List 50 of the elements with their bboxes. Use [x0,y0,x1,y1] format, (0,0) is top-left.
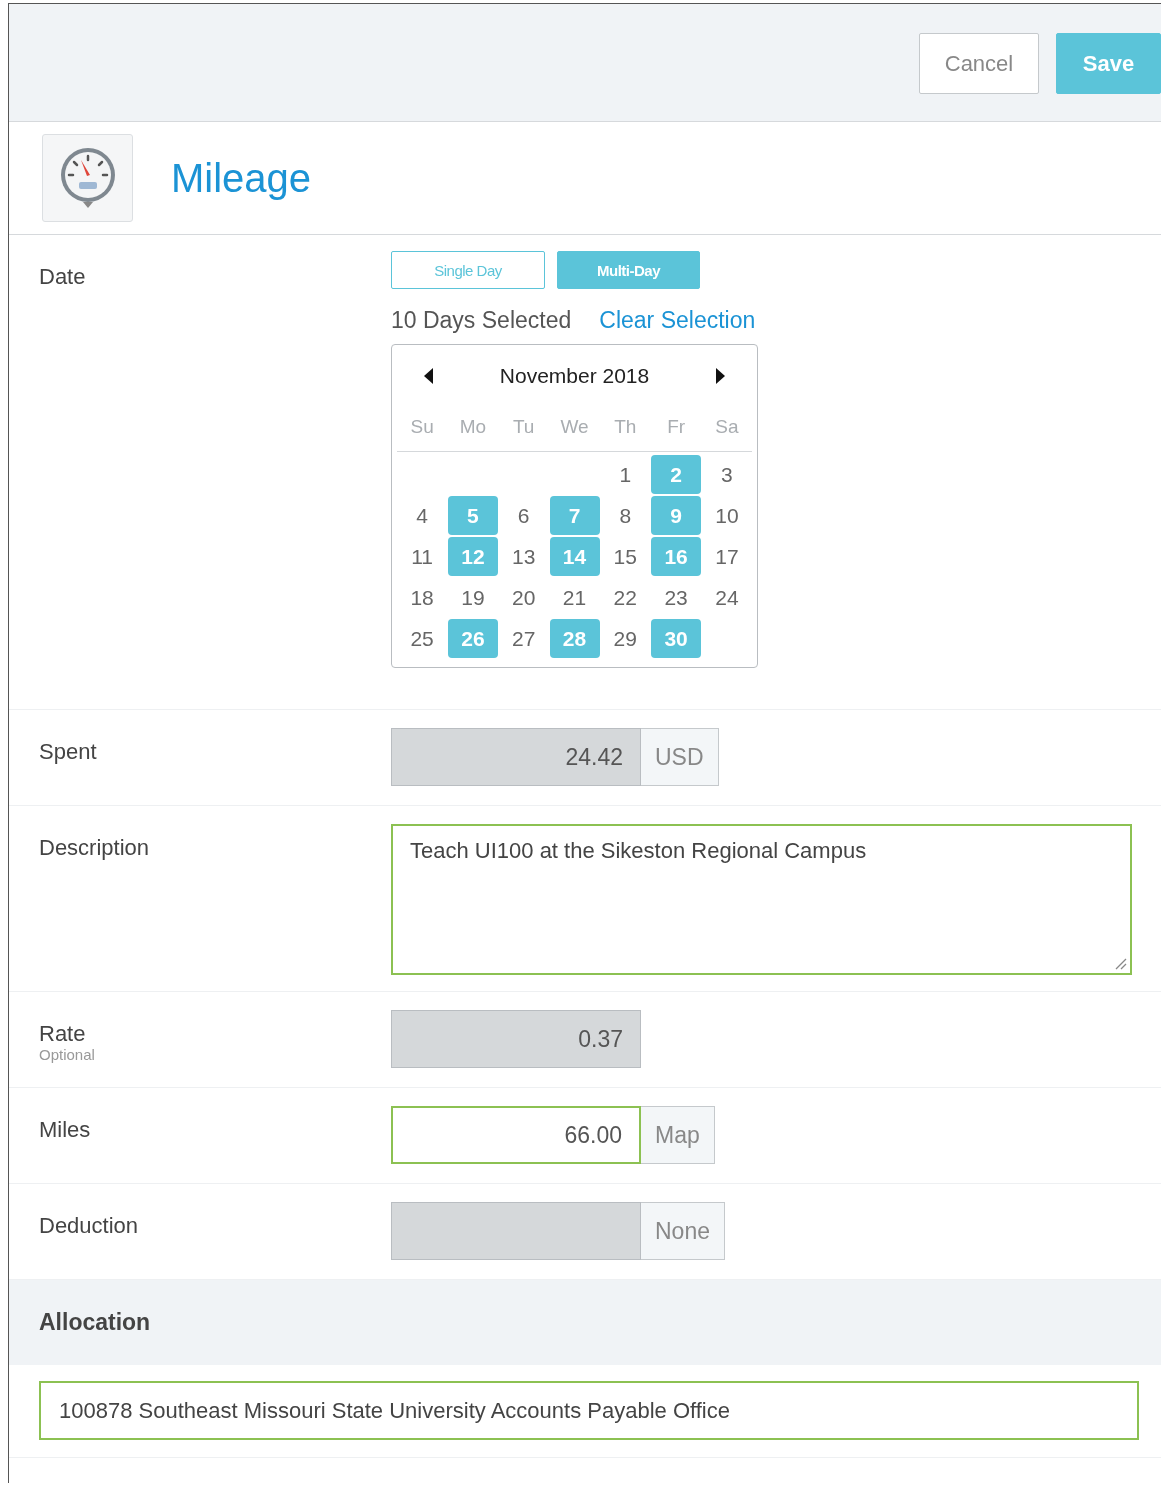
calendar-day[interactable]: 15 [600,537,651,576]
selection-summary: 10 Days Selected [391,307,572,334]
description-field[interactable]: Teach UI100 at the Sikeston Regional Campus [391,824,1132,975]
weekday-label: Tu [498,401,550,452]
calendar-day[interactable]: 25 [397,619,448,658]
input-field[interactable]: 66.00 [391,1106,641,1164]
page-title: Mileage [171,155,312,201]
calendar-day[interactable]: 21 [549,578,600,617]
calendar-day[interactable]: 10 [701,496,752,535]
weekday-label: Su [396,401,448,452]
calendar-day[interactable]: 22 [600,578,651,617]
addon-label[interactable]: Map [641,1106,715,1164]
speedometer-icon [58,146,117,210]
addon-label: None [641,1202,725,1260]
calendar-day[interactable]: 11 [397,537,448,576]
allocation-field[interactable]: 100878 Southeast Missouri State University Accounts Payable Office [39,1381,1139,1440]
calendar-day[interactable]: 19 [447,578,498,617]
calendar-day[interactable]: 20 [498,578,549,617]
calendar-day[interactable]: 6 [498,496,549,535]
addon-label: USD [641,728,719,786]
weekday-label: Sa [701,401,753,452]
next-month-icon[interactable] [716,368,725,384]
resize-grip-icon[interactable] [1113,956,1127,970]
field-label: Miles [39,1117,92,1143]
field-label: Description [39,835,151,861]
optional-hint: Optional [39,1046,96,1063]
section-heading: Allocation [9,1280,1161,1365]
calendar-day[interactable]: 18 [397,578,448,617]
field-label: Date [39,264,87,290]
calendar-day[interactable]: 27 [498,619,549,658]
calendar-day[interactable]: 17 [701,537,752,576]
calendar-day[interactable]: 8 [600,496,651,535]
calendar-day[interactable]: 4 [397,496,448,535]
field-label: Rate [39,1021,87,1047]
clear-selection-link[interactable]: Clear Selection [599,307,756,334]
field-label: Spent [39,739,98,765]
weekday-label: Mo [447,401,499,452]
calendar-day[interactable]: 1 [600,455,651,494]
cancel-button[interactable]: Cancel [919,33,1039,94]
calendar-day[interactable]: 24 [701,578,752,617]
month-title: November 2018 [499,364,650,388]
calendar-day[interactable]: 29 [600,619,651,658]
weekday-label: Th [599,401,651,452]
previous-month-icon[interactable] [424,368,433,384]
weekday-label: Fr [650,401,702,452]
field-label: Deduction [39,1213,140,1239]
calendar-day[interactable]: 13 [498,537,549,576]
weekday-label: We [549,401,600,452]
calendar-day[interactable]: 3 [701,455,752,494]
calendar-day[interactable]: 23 [651,578,702,617]
